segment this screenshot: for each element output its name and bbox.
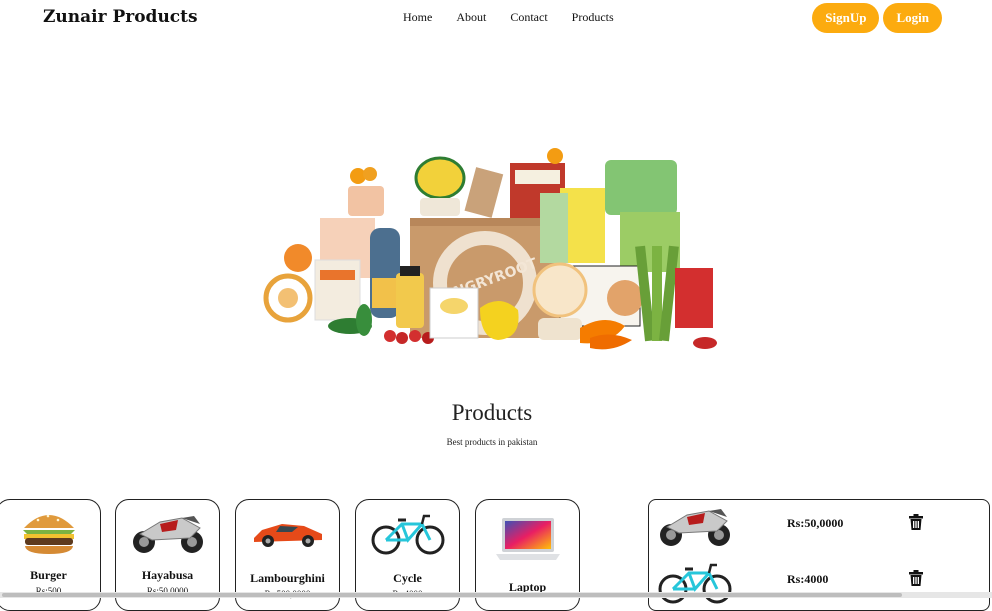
navbar: Zunair Products Home About Contact Produ… [0,0,992,40]
product-name: Burger [30,568,67,582]
product-name: Hayabusa [141,568,194,582]
cart-item: Rs:50,0000 [649,500,989,550]
section-subtitle: Best products in pakistan [446,437,538,447]
login-button[interactable]: Login [883,3,942,33]
signup-button[interactable]: SignUp [812,3,880,33]
nav-link-home[interactable]: Home [403,10,432,25]
cart-item: Rs:4000 [649,556,989,606]
cart-item-price: Rs:50,0000 [787,516,844,530]
nav-link-products[interactable]: Products [572,10,614,25]
laptop-image [476,516,579,568]
product-name: Cycle [393,571,422,585]
motorbike-image [116,510,219,554]
horizontal-scrollbar[interactable] [0,592,992,598]
delete-icon[interactable] [909,514,923,534]
section-title: Products [451,400,533,425]
bicycle-image [657,559,733,609]
hero-image: HUNGRYROOT [260,148,720,358]
bicycle-image [356,510,459,556]
burger-image [0,508,100,556]
scrollbar-thumb[interactable] [2,593,902,597]
nav-menu: Home About Contact Products [403,10,614,25]
motorbike-image [657,503,733,551]
auth-buttons: SignUp Login [812,3,942,33]
brand-logo[interactable]: Zunair Products [43,7,198,27]
delete-icon[interactable] [909,570,923,590]
nav-link-about[interactable]: About [456,10,486,25]
cart-item-price: Rs:4000 [787,572,829,586]
product-name: Lambourghini [250,571,325,585]
sports-car-image [236,518,339,548]
nav-link-contact[interactable]: Contact [510,10,547,25]
